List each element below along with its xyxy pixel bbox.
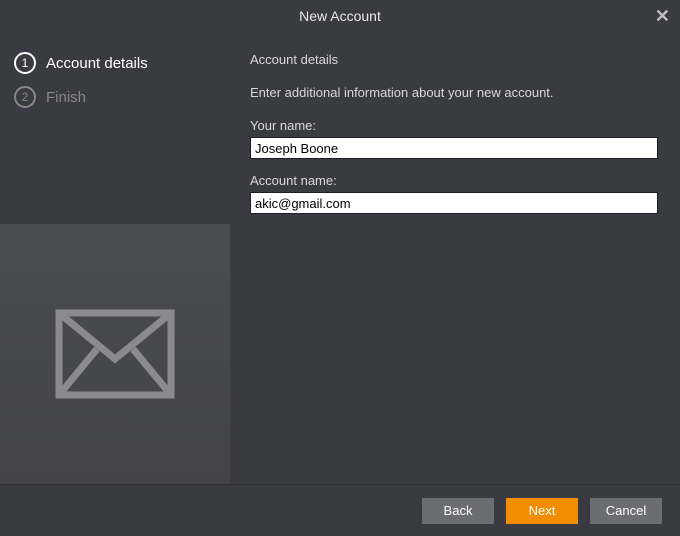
step-number-2: 2: [14, 86, 36, 108]
account-name-label: Account name:: [250, 173, 660, 188]
step-label: Account details: [46, 55, 148, 72]
sidebar: 1 Account details 2 Finish: [0, 34, 230, 484]
back-button[interactable]: Back: [422, 498, 494, 524]
panel-heading: Account details: [250, 52, 660, 67]
main-panel: Account details Enter additional informa…: [230, 34, 680, 484]
step-account-details[interactable]: 1 Account details: [14, 52, 216, 74]
your-name-input[interactable]: [250, 137, 658, 159]
cancel-button[interactable]: Cancel: [590, 498, 662, 524]
footer: Back Next Cancel: [0, 484, 680, 536]
close-icon[interactable]: ✕: [655, 6, 670, 27]
step-finish[interactable]: 2 Finish: [14, 86, 216, 108]
account-name-input[interactable]: [250, 192, 658, 214]
content-area: 1 Account details 2 Finish Account detai…: [0, 34, 680, 484]
sidebar-graphic: [0, 224, 230, 484]
step-label: Finish: [46, 89, 86, 106]
step-number-1: 1: [14, 52, 36, 74]
dialog-title: New Account: [299, 8, 381, 24]
titlebar: New Account ✕: [0, 0, 680, 34]
envelope-icon: [55, 309, 175, 399]
wizard-steps: 1 Account details 2 Finish: [0, 34, 230, 108]
your-name-label: Your name:: [250, 118, 660, 133]
next-button[interactable]: Next: [506, 498, 578, 524]
panel-instruction: Enter additional information about your …: [250, 85, 660, 100]
